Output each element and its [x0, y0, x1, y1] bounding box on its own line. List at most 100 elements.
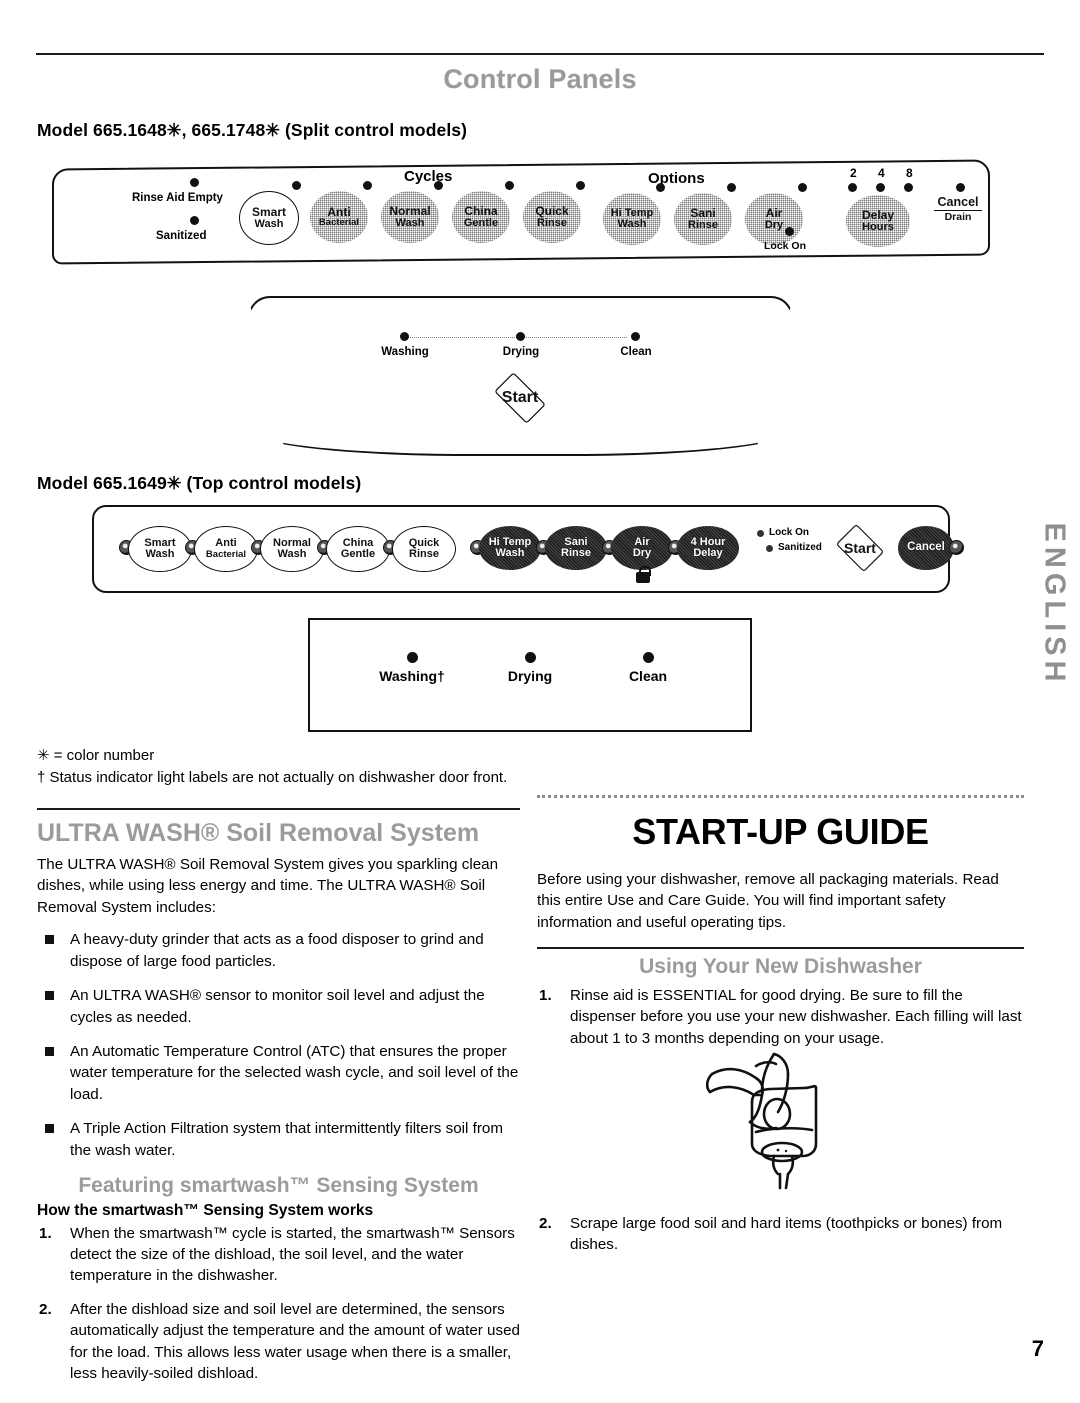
- left-column-rule: [37, 808, 520, 810]
- hi-temp-wash-led: [656, 183, 665, 192]
- lock-on-label: Lock On: [764, 240, 807, 252]
- top-sani-rinse-button[interactable]: Sani Rinse: [545, 526, 607, 570]
- list-item: A Triple Action Filtration system that i…: [37, 1118, 520, 1161]
- air-dry-line1: Air: [765, 206, 783, 221]
- top-normal-wash-button[interactable]: Normal Wash: [260, 526, 324, 572]
- normal-wash-button[interactable]: Normal Wash: [381, 191, 439, 243]
- hi-temp-wash-button[interactable]: Hi Temp Wash: [603, 193, 661, 245]
- quick-rinse-button[interactable]: Quick Rinse: [523, 191, 581, 243]
- delay-led-4: [876, 183, 885, 192]
- lock-on-led: [785, 227, 794, 236]
- english-tab-label: ENGLISH: [1038, 522, 1071, 686]
- china-gentle-line2: Gentle: [463, 216, 499, 229]
- rinse-aid-empty-led: [190, 178, 199, 187]
- china-gentle-button[interactable]: China Gentle: [452, 191, 510, 243]
- list-item: A heavy-duty grinder that acts as a food…: [37, 929, 520, 972]
- using-dishwasher-heading: Using Your New Dishwasher: [639, 955, 922, 979]
- left-column: ULTRA WASH® Soil Removal System The ULTR…: [37, 808, 520, 1397]
- top-4-hour-delay-button[interactable]: 4 Hour Delay: [677, 526, 739, 570]
- startup-guide-title: START-UP GUIDE: [632, 811, 929, 852]
- anti-bacterial-line2: Bacterial: [318, 217, 360, 229]
- split-control-panel: Rinse Aid Empty Sanitized Cycles Options…: [52, 159, 992, 265]
- cancel-line: Cancel: [937, 195, 979, 209]
- clean-led: [631, 332, 640, 341]
- list-item: 1. When the smartwash™ cycle is started,…: [37, 1223, 520, 1287]
- air-dry-button[interactable]: Air Dry: [745, 193, 803, 245]
- lock-icon: [636, 566, 651, 583]
- top-washing-indicator: Washing†: [352, 652, 472, 684]
- sanitized-label: Sanitized: [156, 230, 207, 242]
- smart-wash-led: [292, 181, 301, 190]
- list-item: 1. Rinse aid is ESSENTIAL for good dryin…: [537, 985, 1024, 1049]
- step-number: 2.: [39, 1300, 52, 1318]
- delay-hours-line1: Delay: [861, 208, 895, 223]
- sani-rinse-button[interactable]: Sani Rinse: [674, 193, 732, 245]
- top-hi-temp-wash-line2: Wash: [495, 547, 525, 559]
- manual-page: Control Panels Model 665.1648✳, 665.1748…: [0, 0, 1080, 1403]
- quick-rinse-line1: Quick: [535, 204, 569, 219]
- top-clean-indicator: Clean: [588, 652, 708, 684]
- air-dry-led: [798, 183, 807, 192]
- right-column: START-UP GUIDE Before using your dishwas…: [537, 795, 1024, 1268]
- top-anti-bacterial-button[interactable]: Anti Bacterial: [194, 526, 258, 572]
- cancel-knob-icon: [949, 540, 964, 555]
- right-column-rule: [537, 795, 1024, 801]
- step-text: Rinse aid is ESSENTIAL for good drying. …: [570, 986, 1022, 1047]
- english-side-tab: ENGLISH: [1036, 496, 1072, 712]
- top-start-label: Start: [844, 540, 876, 556]
- top-smart-wash-button[interactable]: Smart Wash: [128, 526, 192, 572]
- start-label: Start: [501, 389, 539, 406]
- delay-hours-line2: Hours: [862, 220, 894, 233]
- top-lock-on-led: [757, 530, 764, 537]
- top-hi-temp-wash-button[interactable]: Hi Temp Wash: [479, 526, 541, 570]
- top-anti-bacterial-line2: Bacterial: [205, 548, 247, 560]
- top-air-dry-button[interactable]: Air Dry: [611, 526, 673, 570]
- top-clean-label: Clean: [628, 668, 668, 684]
- china-gentle-led: [505, 181, 514, 190]
- delay-tick-2: 2: [850, 166, 857, 180]
- anti-bacterial-button[interactable]: Anti Bacterial: [310, 191, 368, 243]
- top-sanitized-label: Sanitized: [778, 542, 822, 553]
- ultra-wash-intro: The ULTRA WASH® Soil Removal System give…: [37, 856, 499, 916]
- footnote-status-labels: † Status indicator light labels are not …: [37, 769, 508, 787]
- top-washing-label: Washing†: [379, 668, 445, 684]
- ultra-wash-bullets: A heavy-duty grinder that acts as a food…: [37, 929, 520, 1161]
- top-sanitized-led: [766, 545, 773, 552]
- top-china-gentle-button[interactable]: China Gentle: [326, 526, 390, 572]
- top-smart-wash-line2: Wash: [145, 548, 175, 560]
- delay-hours-button[interactable]: Delay Hours: [846, 195, 910, 247]
- split-model-label: Model 665.1648✳, 665.1748✳ (Split contro…: [37, 120, 468, 140]
- top-start-button[interactable]: Start: [827, 523, 893, 573]
- start-button[interactable]: Start: [483, 372, 557, 424]
- top-china-gentle-line2: Gentle: [340, 548, 376, 560]
- step-number: 2.: [539, 1215, 552, 1233]
- hi-temp-wash-line2: Wash: [617, 218, 647, 230]
- top-drying-indicator: Drying: [470, 652, 590, 684]
- top-drying-led: [524, 652, 536, 663]
- split-status-panel: Washing Drying Clean Start: [248, 296, 793, 456]
- sanitized-led: [190, 216, 199, 225]
- hand-squeezing-rinse-aid-bottle-illustration: [705, 1052, 818, 1190]
- top-quick-rinse-button[interactable]: Quick Rinse: [392, 526, 456, 572]
- top-drying-label: Drying: [507, 668, 553, 684]
- top-washing-led: [406, 652, 418, 663]
- using-dishwasher-steps: 1. Rinse aid is ESSENTIAL for good dryin…: [537, 985, 1024, 1049]
- smart-wash-button[interactable]: Smart Wash: [239, 191, 299, 245]
- cancel-drain-button[interactable]: Cancel Drain: [924, 195, 992, 224]
- cancel-drain-led: [956, 183, 965, 192]
- smartwash-heading: Featuring smartwash™ Sensing System: [78, 1174, 479, 1198]
- top-control-panel: Smart Wash Anti Bacterial Normal Wash Ch…: [92, 505, 964, 593]
- normal-wash-led: [434, 181, 443, 190]
- footnote-color-number: ✳ = color number: [37, 747, 155, 764]
- quick-rinse-led: [576, 181, 585, 190]
- top-sani-rinse-line2: Rinse: [561, 547, 591, 559]
- sani-rinse-line1: Sani: [690, 206, 716, 221]
- drain-line: Drain: [944, 211, 972, 224]
- step-text: When the smartwash™ cycle is started, th…: [70, 1224, 515, 1285]
- sani-rinse-line2: Rinse: [688, 218, 718, 231]
- smart-wash-line1: Smart: [251, 205, 286, 220]
- top-clean-led: [642, 652, 654, 663]
- top-4-hour-delay-line2: Delay: [693, 547, 723, 559]
- top-cancel-button[interactable]: Cancel: [898, 526, 954, 570]
- delay-led-8: [904, 183, 913, 192]
